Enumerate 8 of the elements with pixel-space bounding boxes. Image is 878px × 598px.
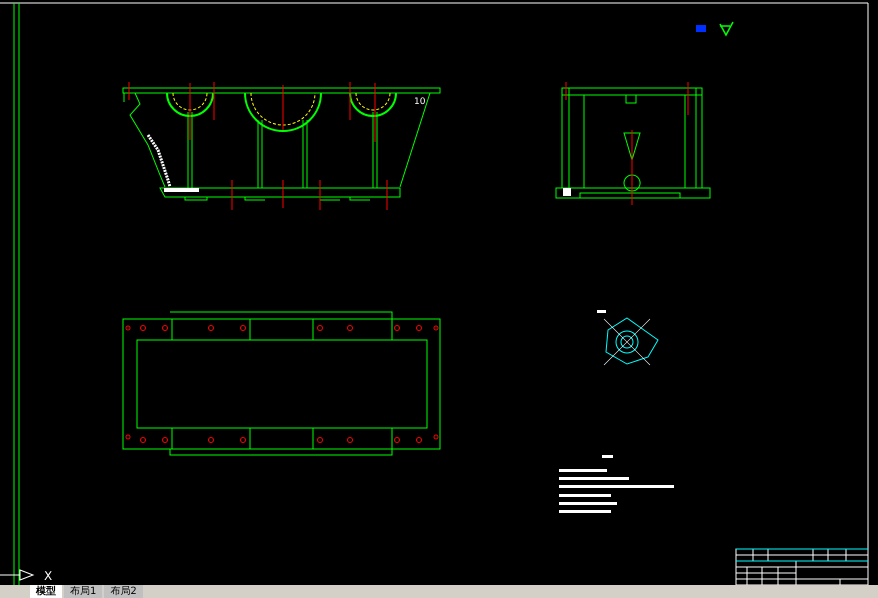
axis-label: X [44,569,52,583]
layout-tab[interactable]: 布局1 [64,585,102,598]
annotation-symbol-drawing [696,21,734,37]
layout-tab[interactable]: 布局2 [104,585,143,598]
detail-view-drawing [597,310,659,366]
ucs-axis-icon [0,570,34,580]
dimension-label: 10 [414,97,426,107]
layout-tab[interactable]: 模型 [30,585,62,598]
